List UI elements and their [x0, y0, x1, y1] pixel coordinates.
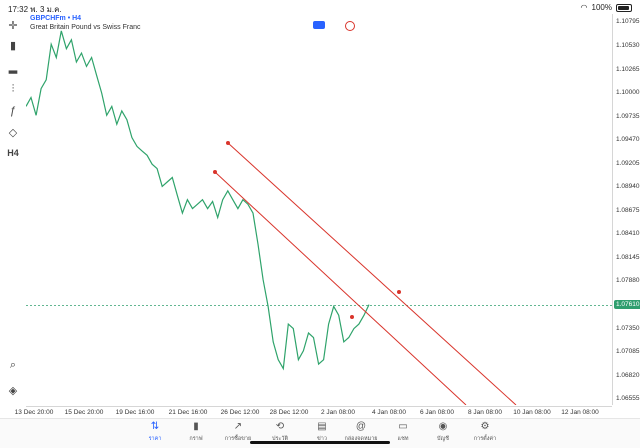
current-price-label: 1.07610: [614, 300, 640, 310]
objects-icon[interactable]: ◇: [4, 123, 22, 141]
price-axis[interactable]: 1.10795 1.10530 1.10265 1.10000 1.09735 1.094…: [612, 14, 640, 405]
status-right: ◠ 100%: [581, 3, 632, 12]
crosshair-icon[interactable]: ✛: [4, 16, 22, 34]
home-indicator: [250, 441, 390, 444]
time-label: 12 Jan 08:00: [561, 409, 599, 416]
trend-line-anchor[interactable]: [350, 315, 354, 319]
chart-area[interactable]: [25, 14, 612, 406]
time-label: 26 Dec 12:00: [220, 409, 260, 416]
price-label: 1.07350: [616, 324, 640, 332]
nav-icon: ⟲: [275, 421, 285, 432]
trend-line[interactable]: [227, 142, 517, 406]
nav-item[interactable]: ⇅ ราคา: [133, 421, 177, 447]
time-label: 13 Dec 20:00: [14, 409, 54, 416]
battery-label: 100%: [591, 3, 612, 12]
price-label: 1.08675: [616, 206, 640, 214]
time-label: 2 Jan 08:00: [321, 409, 355, 416]
function-icon[interactable]: ƒ: [4, 102, 22, 120]
trend-line-anchor[interactable]: [213, 170, 217, 174]
nav-icon: ⚙: [480, 421, 490, 432]
price-label: 1.09735: [616, 112, 640, 120]
price-label: 1.10795: [616, 18, 640, 26]
nav-item[interactable]: ▮ กราฟ: [174, 421, 218, 447]
left-toolbar: ✛ ▮ ▂ ⫶ ƒ ◇ H4 ⌕ ◈: [0, 14, 26, 404]
time-label: 6 Jan 08:00: [420, 409, 454, 416]
nav-icon: ▭: [398, 421, 408, 432]
trend-line-anchor[interactable]: [397, 290, 401, 294]
price-label: 1.09470: [616, 136, 640, 144]
indicators-icon[interactable]: ⫶: [4, 80, 22, 98]
zoom-icon[interactable]: ⌕: [4, 356, 22, 374]
trend-line-anchor[interactable]: [226, 141, 230, 145]
price-label: 1.07085: [616, 348, 640, 356]
price-label: 1.08940: [616, 183, 640, 191]
logo-icon[interactable]: ◈: [4, 381, 22, 399]
price-label: 1.08145: [616, 253, 640, 261]
price-label: 1.06820: [616, 371, 640, 379]
nav-icon: ▤: [317, 421, 327, 432]
nav-label: การซื้อขาย: [224, 436, 252, 442]
nav-icon: ▮: [193, 421, 199, 432]
price-label: 1.10265: [616, 65, 640, 73]
price-label: 1.07880: [616, 277, 640, 285]
nav-label: กราฟ: [189, 436, 203, 442]
time-label: 28 Dec 12:00: [269, 409, 309, 416]
nav-icon: ◉: [438, 421, 448, 432]
timeframe-button[interactable]: H4: [4, 144, 22, 162]
nav-icon: ⇅: [150, 421, 160, 432]
price-label: 1.10000: [616, 89, 640, 97]
price-label: 1.08410: [616, 230, 640, 238]
nav-icon: @: [355, 421, 367, 432]
nav-label: การตั้งค่า: [473, 436, 497, 442]
nav-label: ราคา: [148, 436, 162, 442]
time-label: 21 Dec 16:00: [168, 409, 208, 416]
time-label: 10 Jan 08:00: [513, 409, 551, 416]
price-label: 1.06555: [616, 395, 640, 403]
wifi-icon: ◠: [580, 3, 588, 12]
time-label: 15 Dec 20:00: [64, 409, 104, 416]
nav-label: แชท: [397, 436, 409, 442]
candles-icon[interactable]: ▮: [4, 36, 22, 54]
nav-icon: ↗: [233, 421, 243, 432]
time-label: 8 Jan 08:00: [468, 409, 502, 416]
nav-label: บัญชี: [437, 436, 449, 442]
nav-item[interactable]: ◉ บัญชี: [421, 421, 465, 447]
price-label: 1.10530: [616, 41, 640, 49]
bars-icon[interactable]: ▂: [4, 58, 22, 76]
price-chart[interactable]: [25, 14, 612, 406]
status-bar: 17:32 พ. 3 ม.ค. ◠ 100%: [0, 0, 640, 14]
price-label: 1.09205: [616, 159, 640, 167]
trend-line[interactable]: [214, 171, 467, 406]
nav-item[interactable]: ⚙ การตั้งค่า: [463, 421, 507, 447]
time-label: 19 Dec 16:00: [115, 409, 155, 416]
battery-icon: [616, 3, 632, 12]
price-line[interactable]: [25, 30, 370, 371]
time-label: 4 Jan 08:00: [372, 409, 406, 416]
